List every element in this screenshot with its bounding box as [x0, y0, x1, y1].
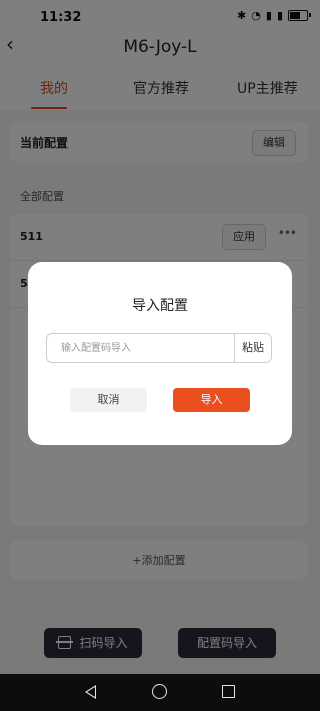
nav-back-icon[interactable]: [85, 685, 96, 699]
import-config-dialog: 导入配置 粘贴 取消 导入: [28, 262, 292, 445]
cancel-button[interactable]: 取消: [70, 388, 147, 412]
nav-recent-icon[interactable]: [222, 685, 235, 698]
system-nav-bar: [0, 674, 320, 711]
config-code-input[interactable]: [46, 333, 234, 363]
paste-button[interactable]: 粘贴: [234, 333, 272, 363]
dialog-title: 导入配置: [132, 298, 188, 314]
import-button[interactable]: 导入: [173, 388, 250, 412]
nav-home-icon[interactable]: [152, 684, 167, 699]
